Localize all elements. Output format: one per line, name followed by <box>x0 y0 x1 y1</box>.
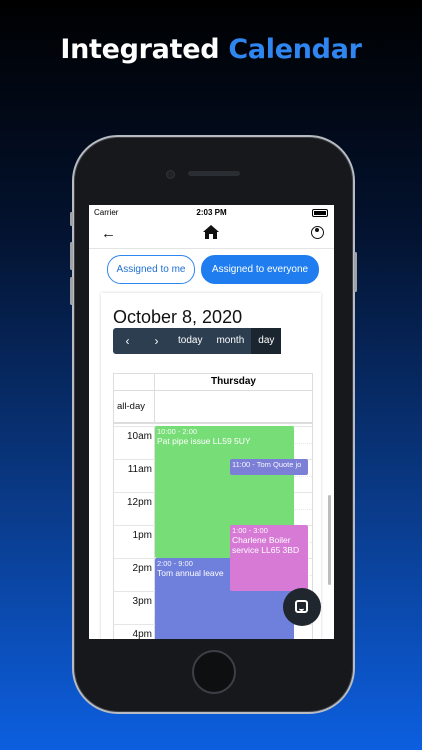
app-screen: Carrier 2:03 PM ← Assigned to me Assigne… <box>89 205 334 639</box>
user-circle-icon[interactable] <box>311 226 324 239</box>
month-view-button[interactable]: month <box>209 328 251 354</box>
day-header-label: Thursday <box>154 374 312 390</box>
time-label: 10am <box>126 431 152 442</box>
event-title: Charlene Boiler service LL65 3BD <box>232 535 300 555</box>
time-label: 1pm <box>132 530 152 541</box>
all-day-label: all-day <box>117 401 145 412</box>
event-title: Tom annual leave <box>157 568 224 578</box>
home-hardware-button[interactable] <box>192 650 236 694</box>
assigned-to-everyone-button[interactable]: Assigned to everyone <box>201 255 319 284</box>
assigned-to-me-button[interactable]: Assigned to me <box>107 255 195 284</box>
calendar-card: October 8, 2020 ‹ › today month day Thur… <box>101 293 321 639</box>
today-button[interactable]: today <box>171 328 209 354</box>
home-icon[interactable] <box>203 225 219 244</box>
time-label: 12pm <box>126 497 152 508</box>
event-time: 11:00 - Tom Quote jo <box>232 460 302 469</box>
time-label: 4pm <box>132 629 152 639</box>
calendar-date-title: October 8, 2020 <box>113 307 243 327</box>
status-bar: Carrier 2:03 PM <box>89 205 334 220</box>
calendar-event[interactable]: 1:00 - 3:00 Charlene Boiler service LL65… <box>230 525 308 591</box>
day-grid: Thursday all-day 10am 11am 12pm 1pm 2pm … <box>113 373 313 639</box>
calendar-event[interactable]: 11:00 - Tom Quote jo <box>230 459 308 475</box>
time-label: 3pm <box>132 596 152 607</box>
earpiece-speaker <box>188 171 240 176</box>
time-label: 11am <box>127 464 152 475</box>
day-view-button[interactable]: day <box>251 328 282 354</box>
day-header: Thursday <box>114 374 312 391</box>
front-camera <box>166 170 175 179</box>
battery-icon <box>312 209 328 217</box>
event-title: Pat pipe issue LL59 5UY <box>157 436 251 446</box>
chat-bubble-icon[interactable] <box>283 588 321 626</box>
prev-button[interactable]: ‹ <box>113 328 142 354</box>
time-label: 2pm <box>132 563 152 574</box>
event-time: 1:00 - 3:00 <box>232 526 268 535</box>
calendar-toolbar: ‹ › today month day <box>113 328 282 354</box>
next-button[interactable]: › <box>142 328 171 354</box>
status-time: 2:03 PM <box>196 208 227 217</box>
top-nav: ← <box>89 220 334 249</box>
headline-part-1: Integrated <box>60 34 220 65</box>
headline-part-2: Calendar <box>228 34 362 65</box>
marketing-headline: Integrated Calendar <box>0 34 422 65</box>
scrollbar[interactable] <box>328 495 331 585</box>
all-day-row: all-day <box>114 391 312 424</box>
event-time: 10:00 - 2:00 <box>157 427 198 436</box>
arrow-left-icon[interactable]: ← <box>101 225 116 242</box>
